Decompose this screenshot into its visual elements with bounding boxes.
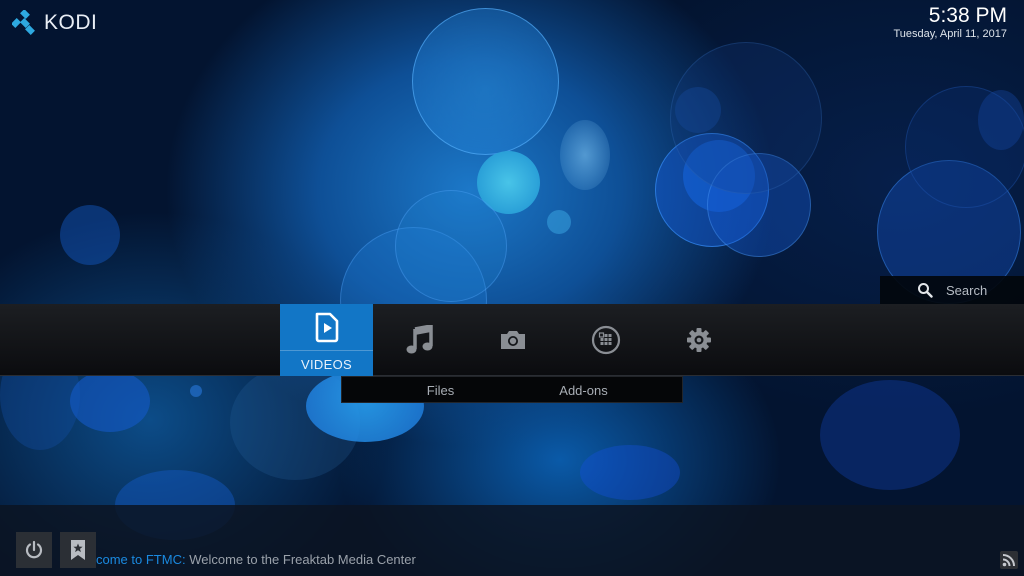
bokeh-bubble	[580, 445, 680, 500]
bokeh-bubble	[395, 190, 507, 302]
clock-date: Tuesday, April 11, 2017	[893, 28, 1007, 40]
power-icon	[25, 540, 43, 559]
favourites-button[interactable]	[60, 532, 96, 568]
search-icon	[917, 282, 933, 302]
rss-ticker[interactable]: come to FTMC: Welcome to the Freaktab Me…	[96, 552, 416, 567]
video-file-icon	[315, 312, 338, 343]
background-wallpaper	[0, 0, 1024, 576]
app-name: KODI	[44, 11, 98, 34]
menu-item-pictures[interactable]	[466, 304, 559, 375]
menu-item-videos[interactable]: VIDEOS	[280, 304, 373, 376]
menu-item-label: VIDEOS	[301, 357, 352, 372]
clock-time: 5:38 PM	[928, 4, 1007, 27]
camera-icon	[500, 330, 525, 349]
clock: 5:38 PM Tuesday, April 11, 2017	[893, 4, 1007, 40]
bookmark-star-icon	[71, 540, 85, 560]
addons-grid-icon	[591, 325, 620, 354]
ticker-text: Welcome to the Freaktab Media Center	[185, 552, 416, 567]
videos-submenu: Files Add-ons	[341, 376, 683, 403]
search-button[interactable]: Search	[880, 276, 1024, 304]
ticker-title: come to FTMC:	[96, 552, 186, 567]
menu-item-music[interactable]	[373, 304, 466, 375]
menu-item-settings[interactable]	[652, 304, 745, 375]
bokeh-bubble	[978, 90, 1024, 150]
bokeh-bubble	[820, 380, 960, 490]
music-note-icon	[406, 324, 433, 353]
bokeh-bubble	[547, 210, 571, 234]
search-label: Search	[946, 282, 988, 298]
submenu-item-addons[interactable]: Add-ons	[498, 377, 669, 402]
rss-icon[interactable]	[1000, 551, 1018, 569]
bokeh-bubble	[60, 205, 120, 265]
kodi-logo[interactable]: KODI	[12, 10, 97, 36]
gear-icon	[686, 327, 711, 352]
bokeh-bubble	[675, 87, 721, 133]
bokeh-bubble	[560, 120, 610, 190]
bokeh-bubble	[190, 385, 202, 397]
main-menu: VIDEOS	[0, 304, 1024, 376]
kodi-logo-icon	[12, 10, 35, 35]
top-bar: KODI 5:38 PM Tuesday, April 11, 2017	[0, 0, 1024, 46]
power-button[interactable]	[16, 532, 52, 568]
menu-item-addons[interactable]	[559, 304, 652, 375]
bokeh-bubble	[70, 370, 150, 432]
